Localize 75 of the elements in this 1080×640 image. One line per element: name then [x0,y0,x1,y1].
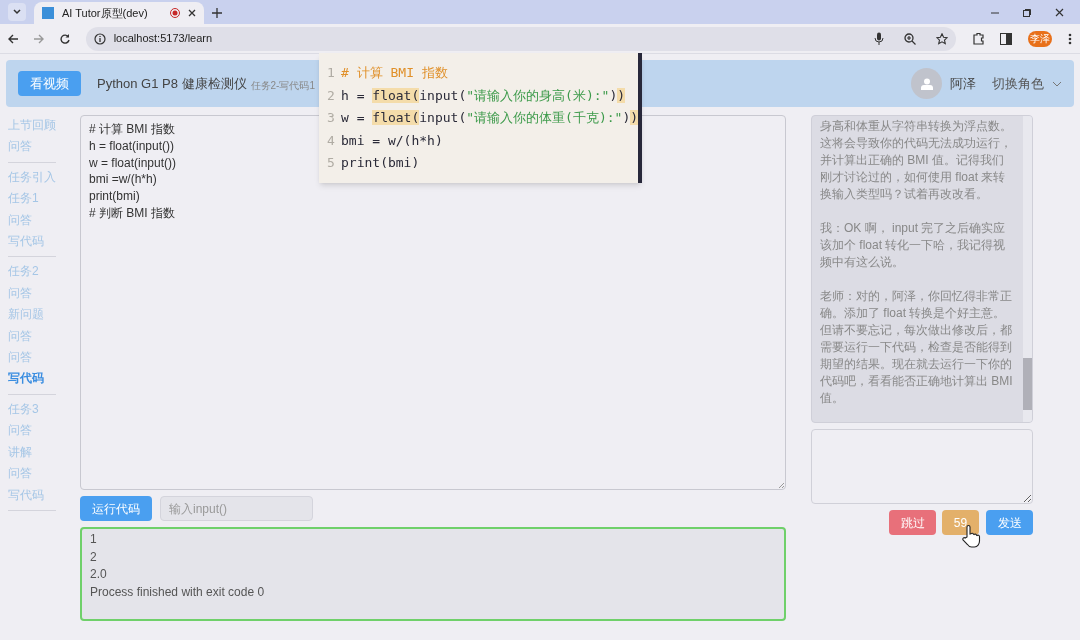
code-line: h = float(input("请输入你的身高(米):")) [341,86,626,105]
sidebar-item[interactable]: 问答 [8,282,56,305]
close-icon[interactable] [188,9,196,17]
restore-icon[interactable] [1023,8,1031,17]
code-line: # 计算 BMI 指数 [341,64,448,82]
skip-button[interactable]: 跳过 [889,510,936,535]
tab-title: AI Tutor原型(dev) [62,5,149,21]
chevron-down-icon [13,9,21,15]
sidebar-item[interactable]: 问答 [8,136,56,158]
sidebar-item[interactable]: 任务引入 [8,166,56,189]
code-line: bmi = w/(h*h) [341,131,443,150]
sidebar-item[interactable]: 任务3 [8,398,56,421]
microphone-icon[interactable] [873,32,884,45]
sidebar-item[interactable]: 问答 [8,325,56,348]
code-line: # 计算 BMI 指数 [89,121,175,138]
side-panel-icon[interactable] [1000,32,1013,45]
lesson-title: Python G1 P8 健康检测仪 [97,74,247,93]
line-number: 4 [327,131,336,150]
output-line: 2.0 [90,566,107,583]
lesson-subtitle: 任务2-写代码1 [250,79,315,93]
output-line: 2 [90,548,97,566]
resize-handle-icon[interactable] [778,482,784,488]
info-icon [93,32,106,45]
sidebar-item[interactable]: 写代码 [8,368,56,390]
sidebar-item[interactable]: 问答 [8,209,56,232]
close-icon[interactable] [1055,8,1064,17]
sidebar-item[interactable]: 讲解 [8,441,56,464]
new-tab-icon[interactable] [212,8,222,18]
code-line: print(bmi) [89,188,140,205]
line-number: 2 [327,86,336,105]
chat-message: 老师：对的，阿泽，你回忆得非常正确。添加了 float 转换是个好主意。但请不要忘记，每次做出修改后，都需要运行一下代码，检查是否能得到期望的结果。现在就去运行一下你的代码吧，看看能否正确地计算出 BMI 值。 [820,288,1014,407]
minimize-icon[interactable] [991,11,999,14]
sidebar-item[interactable]: 新问题 [8,304,56,326]
tab-list-button[interactable] [8,3,26,21]
timer-button[interactable]: 59 [942,510,979,535]
app-favicon-icon [42,7,54,19]
address-bar[interactable]: localhost:5173/learn [85,26,956,51]
star-icon[interactable] [935,32,948,45]
sidebar-item[interactable]: 写代码 [8,484,56,506]
back-icon[interactable] [8,33,18,44]
sidebar-item[interactable]: 问答 [8,347,56,369]
sidebar-item[interactable]: 任务1 [8,188,56,210]
watch-video-button[interactable]: 看视频 [18,71,81,96]
sidebar-item[interactable]: 问答 [8,420,56,442]
code-line: bmi =w/(h*h) [89,171,157,189]
code-line: # 判断 BMI 指数 [89,205,175,222]
message-input[interactable] [811,429,1033,504]
chevron-down-icon [1052,80,1062,87]
profile-avatar[interactable]: 李泽 [1028,30,1053,47]
user-name: 阿泽 [950,74,976,93]
browser-tab[interactable]: AI Tutor原型(dev) [34,2,204,24]
sidebar-item[interactable]: 任务2 [8,261,56,283]
code-line: w = float(input()) [89,154,177,172]
output-line: Process finished with exit code 0 [90,583,265,601]
zoom-icon[interactable] [903,32,916,45]
switch-role-dropdown[interactable]: 切换角色 [992,73,1062,94]
run-code-button[interactable]: 运行代码 [80,496,152,521]
input-field[interactable]: 输入input() [160,496,313,521]
line-number: 5 [327,154,336,172]
output-line: 1 [90,531,97,548]
line-number: 1 [327,64,336,82]
extensions-icon[interactable] [971,32,985,45]
more-icon[interactable] [1068,32,1072,45]
send-button[interactable]: 发送 [986,510,1033,535]
chat-message: 身高和体重从字符串转换为浮点数。这将会导致你的代码无法成功运行，并计算出正确的 BMI 值。记得我们刚才讨论过的，如何使用 float 来转换输入类型吗？试着再改改看。 [820,118,1013,203]
code-line: h = float(input()) [89,137,175,155]
scrollbar[interactable] [1023,116,1032,422]
chat-message: 我：OK 啊， input 完了之后确实应该加个 float 转化一下哈，我记得视频中有这么说。 [820,220,1007,271]
url-text: localhost:5173/learn [113,31,214,47]
sidebar-item[interactable]: 写代码 [8,231,56,253]
reload-icon[interactable] [59,33,70,44]
person-icon [920,77,933,90]
code-line: print(bmi) [341,154,420,172]
recording-icon [170,8,180,18]
sidebar-item[interactable]: 问答 [8,463,56,485]
